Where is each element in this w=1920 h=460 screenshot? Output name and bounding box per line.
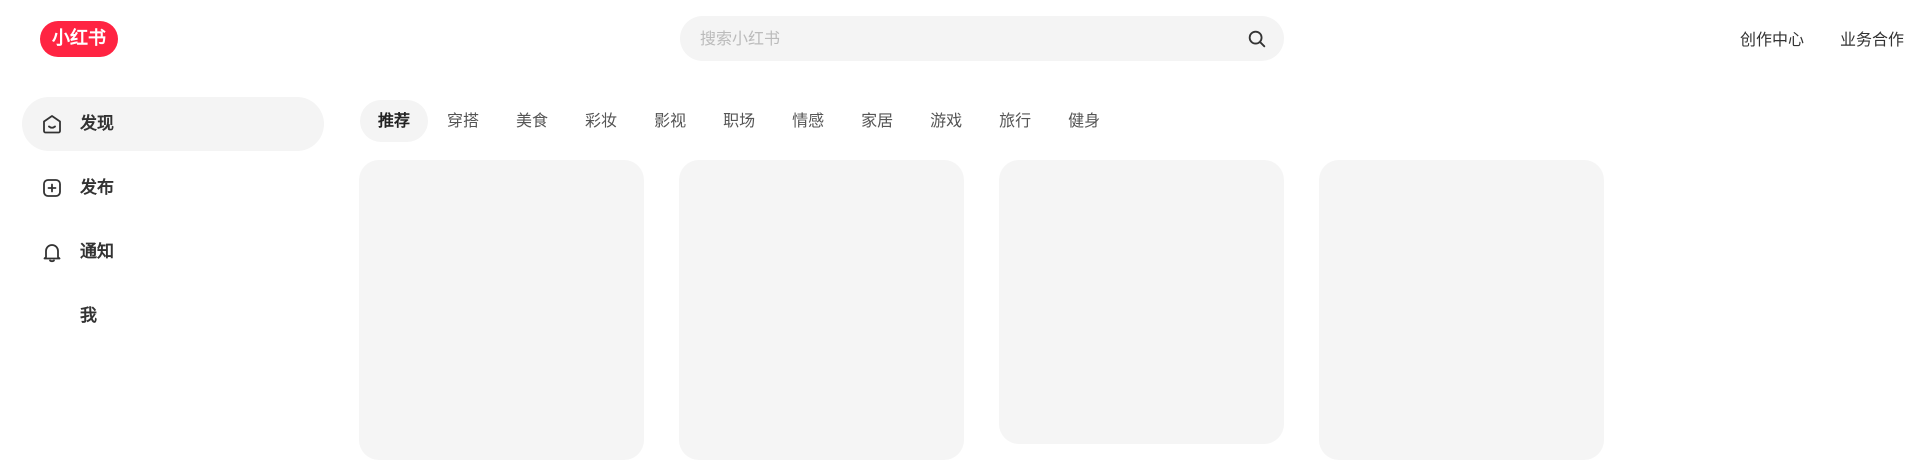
home-icon [43, 115, 61, 134]
business-cooperation-link[interactable]: 业务合作 [1840, 26, 1904, 50]
sidebar-item-label: 发布 [80, 178, 114, 198]
sidebar-item-publish[interactable]: 发布 [22, 161, 324, 215]
tab-travel[interactable]: 旅行 [981, 100, 1049, 142]
tab-fitness[interactable]: 健身 [1050, 100, 1118, 142]
sidebar-nav: 发现 发布 通知 我 [22, 97, 324, 353]
tab-food[interactable]: 美食 [498, 100, 566, 142]
sidebar-item-me[interactable]: 我 [22, 289, 324, 343]
top-links: 创作中心 业务合作 [1740, 26, 1904, 50]
xiaohongshu-logo[interactable]: 小红书 [40, 21, 118, 57]
feed-card-placeholder[interactable] [359, 160, 644, 460]
sidebar-item-label: 发现 [80, 114, 114, 134]
tab-recommend[interactable]: 推荐 [360, 100, 429, 142]
sidebar-item-discover[interactable]: 发现 [22, 97, 324, 151]
search-input[interactable] [698, 16, 1218, 61]
tab-games[interactable]: 游戏 [912, 100, 980, 142]
search-icon[interactable] [1246, 28, 1268, 50]
tab-career[interactable]: 职场 [705, 100, 773, 142]
feed-card-placeholder[interactable] [999, 160, 1284, 444]
channel-tabs: 推荐 穿搭 美食 彩妆 影视 职场 情感 家居 游戏 旅行 健身 [360, 100, 1119, 142]
note-feed [359, 160, 1659, 460]
search-bar[interactable] [680, 16, 1284, 61]
creator-center-link[interactable]: 创作中心 [1740, 26, 1804, 50]
tab-emotion[interactable]: 情感 [774, 100, 842, 142]
sidebar-item-notifications[interactable]: 通知 [22, 225, 324, 279]
feed-card-placeholder[interactable] [679, 160, 964, 460]
sidebar-item-label: 我 [80, 306, 97, 326]
logo-text: 小红书 [52, 28, 106, 49]
tab-home[interactable]: 家居 [843, 100, 911, 142]
feed-card-placeholder[interactable] [1319, 160, 1604, 460]
sidebar-item-label: 通知 [80, 242, 114, 262]
plus-square-icon [43, 179, 61, 197]
bell-icon [43, 244, 61, 263]
top-header: 小红书 创作中心 业务合作 [0, 0, 1920, 78]
tab-outfits[interactable]: 穿搭 [429, 100, 497, 142]
tab-movies[interactable]: 影视 [636, 100, 704, 142]
tab-makeup[interactable]: 彩妆 [567, 100, 635, 142]
